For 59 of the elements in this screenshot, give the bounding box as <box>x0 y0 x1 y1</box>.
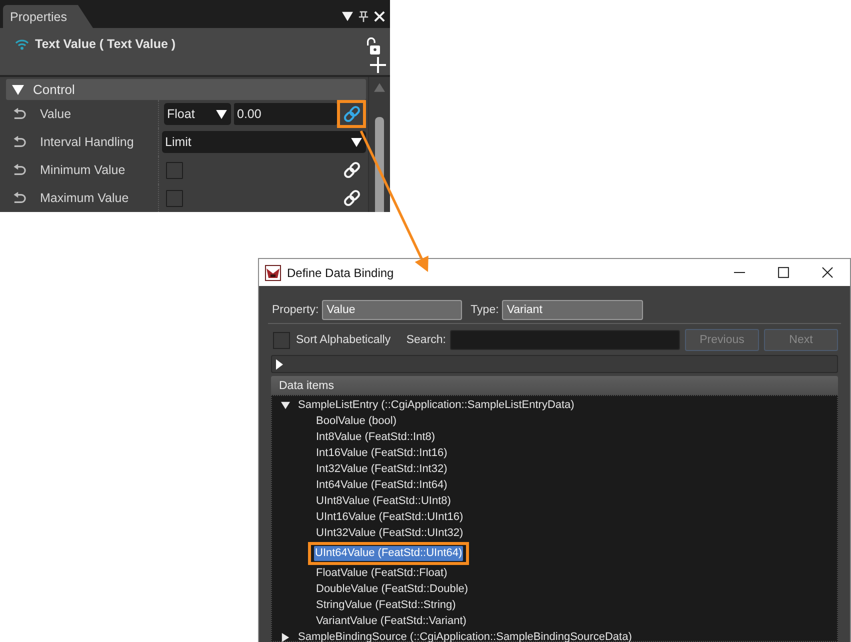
property-field[interactable]: Value <box>322 300 462 320</box>
checkbox-label: Sort Alphabetically <box>296 334 391 346</box>
tree-item[interactable]: UInt8Value (FeatStd::UInt8) <box>315 494 452 508</box>
undo-arrow-icon[interactable] <box>12 136 27 148</box>
unlocked-padlock-icon[interactable] <box>366 37 380 55</box>
section-header[interactable]: Control <box>6 79 366 100</box>
wifi-icon <box>15 38 29 50</box>
type-field[interactable]: Variant <box>502 300 643 320</box>
property-label: Interval Handling <box>40 135 135 149</box>
value-input[interactable]: 0.00 <box>234 103 337 125</box>
tree-item[interactable]: Int64Value (FeatStd::Int64) <box>315 478 448 492</box>
type-label: Type: <box>470 304 499 316</box>
undo-arrow-icon[interactable] <box>12 108 27 120</box>
close-icon[interactable] <box>822 267 833 278</box>
panel-title: Text Value ( Text Value ) <box>35 37 176 51</box>
checkbox[interactable] <box>166 162 183 178</box>
property-label: Property: <box>272 304 319 316</box>
caret-icon <box>216 110 227 118</box>
maximize-icon[interactable] <box>778 267 789 278</box>
tree-item[interactable]: UInt64Value (FeatStd::UInt64) <box>314 546 464 560</box>
checkbox[interactable] <box>166 190 183 206</box>
type-dropdown[interactable]: Float <box>164 103 231 125</box>
dialog-title: Define Data Binding <box>287 266 394 280</box>
property-label: Maximum Value <box>40 191 130 205</box>
interval-dropdown[interactable]: Limit <box>162 131 366 153</box>
link-icon[interactable] <box>342 105 360 123</box>
tree-item[interactable]: SampleBindingSource (::CgiApplication::SampleBindingSourceData) <box>297 630 633 642</box>
tree-item[interactable]: UInt16Value (FeatStd::UInt16) <box>315 510 464 524</box>
undo-arrow-icon[interactable] <box>12 164 27 176</box>
tree-item[interactable]: Int16Value (FeatStd::Int16) <box>315 446 448 460</box>
search-label: Search: <box>406 334 446 346</box>
caret-icon <box>351 138 362 146</box>
dropdown-icon[interactable] <box>342 10 353 22</box>
tree-item[interactable]: FloatValue (FeatStd::Float) <box>315 566 448 580</box>
pin-icon[interactable] <box>358 10 369 22</box>
tree-item[interactable]: Int8Value (FeatStd::Int8) <box>315 430 436 444</box>
search-field[interactable] <box>450 330 680 350</box>
tree-item[interactable]: VariantValue (FeatStd::Variant) <box>315 614 468 628</box>
tree-item[interactable]: StringValue (FeatStd::String) <box>315 598 457 612</box>
scrollbar-thumb[interactable] <box>375 117 384 212</box>
list-header: Data items <box>271 376 838 395</box>
property-label: Value <box>40 107 72 121</box>
app-logo-icon <box>265 264 281 280</box>
caret-icon[interactable] <box>276 358 283 370</box>
caret-icon[interactable] <box>281 632 290 642</box>
tree-item[interactable]: UInt32Value (FeatStd::UInt32) <box>315 526 464 540</box>
undo-arrow-icon[interactable] <box>12 192 27 204</box>
caret-icon[interactable] <box>12 84 24 94</box>
panel-tab[interactable]: Properties <box>3 5 93 28</box>
link-icon[interactable] <box>342 189 360 207</box>
property-label: Minimum Value <box>40 163 126 177</box>
tree-item[interactable]: DoubleValue (FeatStd::Double) <box>315 582 470 596</box>
caret-icon[interactable] <box>281 400 290 410</box>
tree-item[interactable]: Int32Value (FeatStd::Int32) <box>315 462 448 476</box>
plus-icon[interactable] <box>370 57 386 73</box>
tree-item[interactable]: BoolValue (bool) <box>315 414 398 428</box>
tree-item[interactable]: SampleListEntry (::CgiApplication::SampleListEntryData) <box>297 398 576 412</box>
link-icon[interactable] <box>342 161 360 179</box>
checkbox[interactable] <box>273 332 290 348</box>
